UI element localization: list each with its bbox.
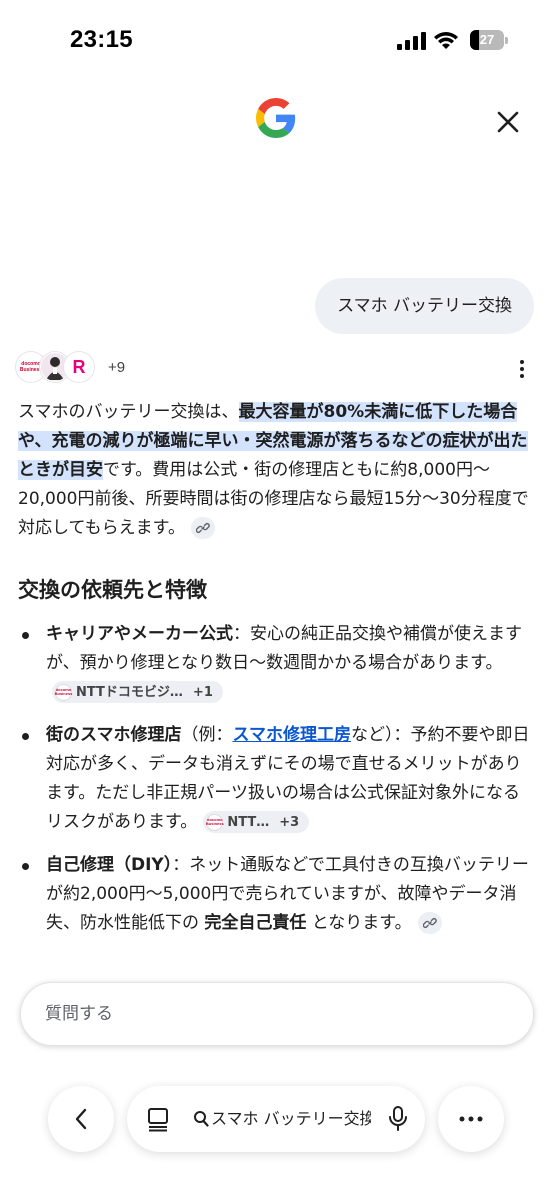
tabs-icon[interactable] <box>147 1106 173 1132</box>
source-chip-label: NTTドコモビジ… <box>76 684 183 700</box>
list-item: 街のスマホ修理店（例：スマホ修理工房など）：予約不要や即日対応が多く、データも消… <box>18 721 532 837</box>
source-chip-count: +3 <box>279 814 300 830</box>
features-list: キャリアやメーカー公式：安心の純正品交換や補償が使えますが、預かり修理となり数日… <box>18 620 532 952</box>
address-bar[interactable]: スマホ バッテリー交換 <box>127 1086 425 1152</box>
link-chip[interactable] <box>190 517 215 539</box>
status-time: 23:15 <box>70 26 133 53</box>
back-button[interactable] <box>48 1086 114 1152</box>
docomo-business-icon: docomo Business <box>206 813 224 831</box>
shop-link[interactable]: スマホ修理工房 <box>233 725 352 745</box>
back-icon <box>75 1108 87 1130</box>
more-button[interactable] <box>438 1086 504 1152</box>
item-title: 街のスマホ修理店 <box>46 725 182 745</box>
answer-intro-start: スマホのバッテリー交換は、 <box>18 402 239 422</box>
item-paren-close: など） <box>351 725 394 745</box>
source-chip-count: +1 <box>192 684 213 700</box>
ask-placeholder: 質問する <box>45 1004 113 1024</box>
section-title: 交換の依頼先と特徴 <box>18 578 207 602</box>
list-item: キャリアやメーカー公式：安心の純正品交換や補償が使えますが、預かり修理となり数日… <box>18 620 532 707</box>
google-g-logo <box>256 98 296 138</box>
item-title: キャリアやメーカー公式 <box>46 624 233 644</box>
answer-paragraph: スマホのバッテリー交換は、最大容量が80%未満に低下した場合や、充電の減りが極端… <box>18 398 532 543</box>
user-query-bubble: スマホ バッテリー交換 <box>315 278 534 334</box>
source-chip-label: NTT… <box>227 814 270 830</box>
battery-icon: 27 <box>470 30 508 50</box>
item-title: 自己修理（DIY） <box>46 855 173 875</box>
link-icon <box>195 523 210 533</box>
cellular-signal-icon <box>397 32 426 50</box>
sources-row[interactable]: docomo Business R +9 <box>16 352 125 382</box>
docomo-business-icon: docomo Business <box>55 683 72 701</box>
more-icon <box>459 1116 483 1122</box>
list-item: 自己修理（DIY）：ネット通販などで工具付きの互換バッテリーが約2,000円〜5… <box>18 851 532 938</box>
wifi-icon <box>434 32 458 49</box>
rakuten-icon: R <box>64 352 94 382</box>
battery-level: 27 <box>479 32 495 47</box>
link-chip[interactable] <box>417 912 442 934</box>
search-icon <box>194 1111 209 1127</box>
item-paren-open: （例： <box>181 725 233 745</box>
close-icon <box>497 111 519 133</box>
item-text-end: となります。 <box>306 913 412 933</box>
source-chip[interactable]: docomo Business NTT… +3 <box>203 811 310 833</box>
link-icon <box>422 918 437 928</box>
mic-icon[interactable] <box>387 1106 409 1132</box>
source-chip[interactable]: docomo Business NTTドコモビジ… +1 <box>52 681 223 703</box>
status-bar: 23:15 27 <box>0 0 554 80</box>
close-button[interactable] <box>490 104 526 140</box>
ask-input[interactable]: 質問する <box>20 982 534 1046</box>
address-bar-text: スマホ バッテリー交換 <box>211 1109 371 1128</box>
more-vert-icon[interactable] <box>512 358 532 380</box>
sources-more-count: +9 <box>108 358 126 376</box>
item-bold-text: 完全自己責任 <box>204 913 307 933</box>
